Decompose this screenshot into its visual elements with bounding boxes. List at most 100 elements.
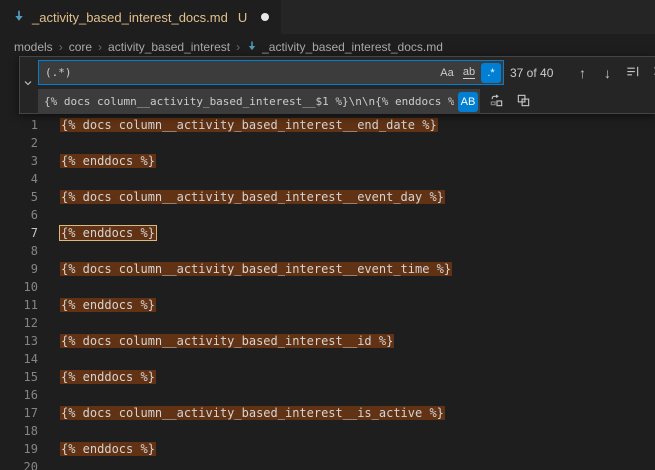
line-content: {% docs column__activity_based_interest_…	[60, 404, 445, 422]
toggle-replace-button[interactable]	[20, 57, 36, 113]
find-widget-rows: (.*) Aa ab .* 37 of 40 ↑ ↓	[36, 57, 655, 113]
line-content: {% docs column__activity_based_interest_…	[60, 332, 394, 350]
editor-line[interactable]: 9 {% docs column__activity_based_interest…	[0, 260, 655, 278]
breadcrumb-item-activity-based-interest[interactable]: activity_based_interest	[108, 40, 230, 54]
current-find-match: {% enddocs %}	[60, 226, 156, 240]
find-option-toggles: Aa ab .*	[437, 63, 501, 83]
editor-line[interactable]: 2	[0, 134, 655, 152]
find-match: {% enddocs %}	[60, 154, 156, 168]
replace-row: {% docs column__activity_based_interest_…	[38, 89, 655, 114]
replace-icon	[489, 93, 504, 111]
close-icon	[651, 64, 655, 81]
breadcrumb-separator: ›	[98, 40, 102, 54]
dirty-indicator-icon[interactable]	[261, 13, 269, 21]
line-content: {% docs column__activity_based_interest_…	[60, 260, 452, 278]
find-match: {% docs column__activity_based_interest_…	[60, 118, 438, 132]
tab-title: _activity_based_interest_docs.md	[32, 10, 228, 25]
line-number: 7	[0, 224, 38, 242]
editor-line[interactable]: 10	[0, 278, 655, 296]
line-number: 12	[0, 314, 38, 332]
line-number: 10	[0, 278, 38, 296]
previous-match-button[interactable]: ↑	[572, 62, 593, 83]
preserve-case-toggle[interactable]: AB	[458, 92, 478, 112]
find-widget: (.*) Aa ab .* 37 of 40 ↑ ↓	[19, 56, 655, 114]
breadcrumb-item-models[interactable]: models	[14, 40, 53, 54]
breadcrumb-separator: ›	[59, 40, 63, 54]
line-content: {% enddocs %}	[60, 440, 156, 458]
line-number: 4	[0, 170, 38, 188]
line-number: 14	[0, 350, 38, 368]
line-content: {% enddocs %}	[60, 224, 156, 242]
replace-input[interactable]: {% docs column__activity_based_interest_…	[38, 89, 480, 114]
editor-line[interactable]: 13 {% docs column__activity_based_interes…	[0, 332, 655, 350]
line-number: 16	[0, 386, 38, 404]
editor-line[interactable]: 1{% docs column__activity_based_interest…	[0, 116, 655, 134]
match-case-toggle[interactable]: Aa	[437, 63, 457, 83]
line-content: {% enddocs %}	[60, 296, 156, 314]
editor-line[interactable]: 18	[0, 422, 655, 440]
find-match: {% enddocs %}	[60, 298, 156, 312]
line-content: {% docs column__activity_based_interest_…	[60, 188, 445, 206]
line-content: {% enddocs %}	[60, 152, 156, 170]
line-number: 18	[0, 422, 38, 440]
editor-line[interactable]: 14	[0, 350, 655, 368]
close-find-button[interactable]	[647, 62, 655, 83]
line-number: 17	[0, 404, 38, 422]
find-match: {% enddocs %}	[60, 442, 156, 456]
line-number: 9	[0, 260, 38, 278]
find-nav-icons: ↑ ↓	[572, 62, 655, 83]
find-input[interactable]: (.*) Aa ab .*	[38, 60, 504, 85]
editor-line[interactable]: 8	[0, 242, 655, 260]
replace-input-value: {% docs column__activity_based_interest_…	[44, 95, 454, 108]
line-number: 3	[0, 152, 38, 170]
editor-line[interactable]: 6	[0, 206, 655, 224]
tab-active[interactable]: _activity_based_interest_docs.md U	[0, 0, 281, 34]
find-match: {% docs column__activity_based_interest_…	[60, 262, 452, 276]
replace-all-button[interactable]	[513, 91, 534, 112]
markdown-icon	[246, 40, 258, 55]
editor-line[interactable]: 5{% docs column__activity_based_interest…	[0, 188, 655, 206]
editor-line[interactable]: 15{% enddocs %}	[0, 368, 655, 386]
tab-bar: _activity_based_interest_docs.md U	[0, 0, 655, 34]
line-number: 19	[0, 440, 38, 458]
line-number: 6	[0, 206, 38, 224]
breadcrumb-file-label: _activity_based_interest_docs.md	[262, 40, 443, 54]
find-in-selection-icon	[625, 64, 640, 82]
line-content: {% docs column__activity_based_interest_…	[60, 116, 438, 134]
line-number: 20	[0, 458, 38, 470]
line-number: 8	[0, 242, 38, 260]
find-match: {% docs column__activity_based_interest_…	[60, 334, 394, 348]
results-count: 37 of 40	[510, 66, 566, 80]
find-input-value: (.*)	[45, 66, 433, 79]
git-status-badge: U	[238, 10, 247, 25]
whole-word-toggle[interactable]: ab	[459, 63, 479, 83]
regex-toggle[interactable]: .*	[481, 63, 501, 83]
replace-button[interactable]	[486, 91, 507, 112]
editor-line[interactable]: 16	[0, 386, 655, 404]
breadcrumb-item-file[interactable]: _activity_based_interest_docs.md	[246, 40, 443, 55]
editor-line[interactable]: 12	[0, 314, 655, 332]
line-number: 13	[0, 332, 38, 350]
editor-line[interactable]: 3 {% enddocs %}	[0, 152, 655, 170]
replace-option-toggles: AB	[458, 92, 478, 112]
next-match-button[interactable]: ↓	[597, 62, 618, 83]
line-content: {% enddocs %}	[60, 368, 156, 386]
arrow-down-icon: ↓	[604, 65, 611, 81]
editor[interactable]: 1{% docs column__activity_based_interest…	[0, 60, 655, 470]
breadcrumb-separator: ›	[236, 40, 240, 54]
editor-lines: 1{% docs column__activity_based_interest…	[0, 116, 655, 470]
editor-line[interactable]: 17 {% docs column__activity_based_interes…	[0, 404, 655, 422]
vscode-window: _activity_based_interest_docs.md U model…	[0, 0, 655, 470]
editor-line[interactable]: 19 {% enddocs %}	[0, 440, 655, 458]
editor-line[interactable]: 4	[0, 170, 655, 188]
find-match: {% enddocs %}	[60, 370, 156, 384]
find-in-selection-button[interactable]	[622, 62, 643, 83]
editor-line[interactable]: 11 {% enddocs %}	[0, 296, 655, 314]
line-number: 2	[0, 134, 38, 152]
markdown-icon	[12, 9, 26, 26]
editor-line[interactable]: 20	[0, 458, 655, 470]
chevron-down-icon	[22, 76, 34, 94]
line-number: 11	[0, 296, 38, 314]
breadcrumb-item-core[interactable]: core	[69, 40, 92, 54]
editor-line[interactable]: 7 {% enddocs %}	[0, 224, 655, 242]
